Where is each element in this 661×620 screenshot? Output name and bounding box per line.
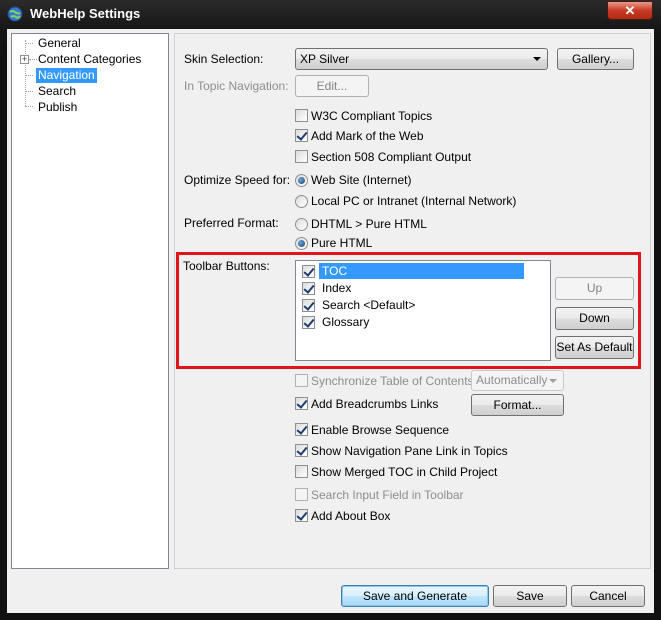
settings-tree[interactable]: + General Content Categories Navigation … [11,33,169,569]
skin-select[interactable]: XP Silver [295,48,548,70]
chevron-down-icon [533,57,541,61]
sync-toc-checkbox[interactable] [295,374,308,387]
local-pc-radio[interactable] [295,195,308,208]
web-site-label: Web Site (Internet) [311,173,412,187]
web-site-radio[interactable] [295,174,308,187]
tree-item-content-categories[interactable]: Content Categories [36,52,143,67]
sync-mode-select[interactable]: Automatically [471,370,564,391]
tree-item-search[interactable]: Search [36,84,78,99]
sync-toc-label: Synchronize Table of Contents [311,374,474,388]
about-box-checkbox[interactable] [295,509,308,522]
skin-label: Skin Selection: [184,52,264,66]
dhtml-radio[interactable] [295,218,308,231]
tree-item-publish[interactable]: Publish [36,100,79,115]
tree-item-general[interactable]: General [36,36,83,51]
tree-connector [25,75,33,76]
dhtml-label: DHTML > Pure HTML [311,217,427,231]
tree-item-navigation[interactable]: Navigation [36,68,97,83]
save-and-generate-button[interactable]: Save and Generate [341,585,489,607]
sync-mode-value: Automatically [476,373,548,387]
mark-of-web-checkbox[interactable] [295,129,308,142]
breadcrumbs-label: Add Breadcrumbs Links [311,397,439,411]
w3c-label: W3C Compliant Topics [311,109,433,123]
tree-connector [25,91,33,92]
w3c-checkbox[interactable] [295,109,308,122]
highlight-box [176,252,641,369]
breadcrumbs-checkbox[interactable] [295,397,308,410]
format-button[interactable]: Format... [471,394,564,416]
merged-toc-checkbox[interactable] [295,465,308,478]
format-label: Preferred Format: [184,216,279,230]
close-button[interactable]: ✕ [607,1,653,20]
browse-sequence-checkbox[interactable] [295,423,308,436]
mark-of-web-label: Add Mark of the Web [311,129,424,143]
cancel-button[interactable]: Cancel [571,585,645,607]
in-topic-nav-label: In Topic Navigation: [184,79,289,93]
search-input-label: Search Input Field in Toolbar [311,488,464,502]
window-title: WebHelp Settings [30,6,141,21]
nav-pane-link-checkbox[interactable] [295,444,308,457]
tree-connector [25,40,26,106]
tree-expand-icon[interactable]: + [20,55,29,64]
skin-select-value: XP Silver [300,52,350,66]
pure-html-radio[interactable] [295,237,308,250]
about-box-label: Add About Box [311,509,391,523]
section508-checkbox[interactable] [295,150,308,163]
save-button[interactable]: Save [493,585,567,607]
nav-pane-link-label: Show Navigation Pane Link in Topics [311,444,508,458]
chevron-down-icon [549,379,557,383]
tree-connector [25,43,33,44]
search-input-checkbox[interactable] [295,488,308,501]
gallery-button[interactable]: Gallery... [557,48,634,70]
section508-label: Section 508 Compliant Output [311,150,472,164]
pure-html-label: Pure HTML [311,236,373,250]
optimize-label: Optimize Speed for: [184,173,291,187]
local-pc-label: Local PC or Intranet (Internal Network) [311,194,517,208]
tree-connector [25,106,33,107]
edit-button[interactable]: Edit... [295,75,369,97]
browse-sequence-label: Enable Browse Sequence [311,423,450,437]
merged-toc-label: Show Merged TOC in Child Project [311,465,498,479]
app-globe-icon [7,6,23,22]
